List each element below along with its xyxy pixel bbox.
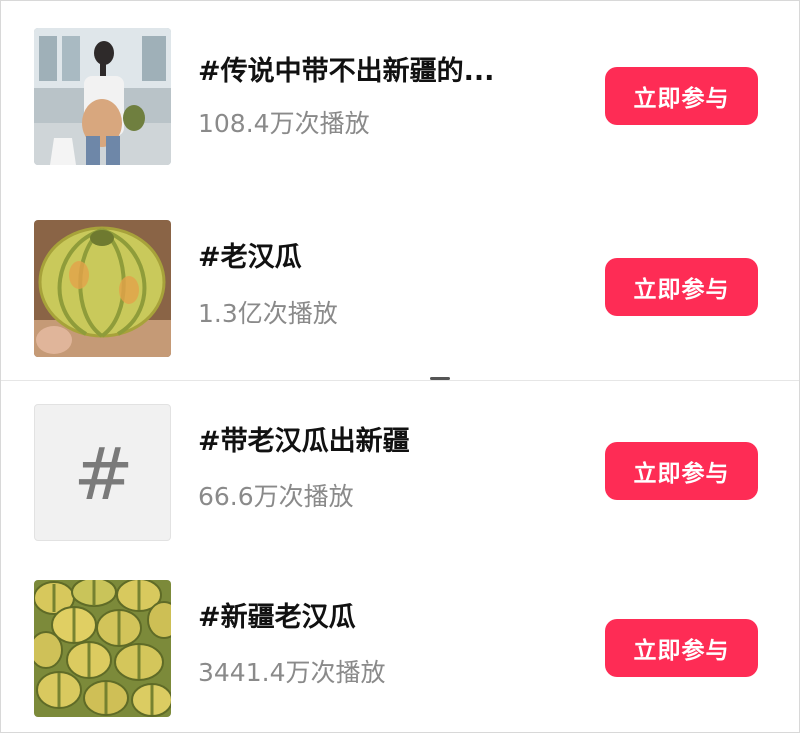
topic-thumbnail[interactable] [34, 220, 171, 357]
join-button[interactable]: 立即参与 [605, 442, 758, 500]
play-count: 3441.4万次播放 [198, 658, 386, 687]
join-button[interactable]: 立即参与 [605, 67, 758, 125]
list-item[interactable]: # #带老汉瓜出新疆 66.6万次播放 立即参与 [1, 404, 799, 554]
photo-airport-traveler-icon [34, 28, 171, 165]
topic-title: #传说中带不出新疆的... [198, 56, 495, 87]
topic-list: #传说中带不出新疆的... 108.4万次播放 立即参与 #老汉瓜 1.3亿次播… [0, 0, 800, 733]
join-button[interactable]: 立即参与 [605, 258, 758, 316]
list-item[interactable]: #传说中带不出新疆的... 108.4万次播放 立即参与 [1, 28, 799, 178]
topic-title: #带老汉瓜出新疆 [198, 426, 410, 457]
list-item[interactable]: #新疆老汉瓜 3441.4万次播放 立即参与 [1, 580, 799, 730]
drag-handle[interactable] [430, 377, 450, 380]
photo-melon-icon [34, 220, 171, 357]
topic-title: #老汉瓜 [198, 242, 302, 273]
topic-thumbnail[interactable] [34, 580, 171, 717]
photo-melon-pile-icon [34, 580, 171, 717]
play-count: 66.6万次播放 [198, 482, 354, 511]
hashtag-icon: # [73, 431, 134, 516]
section-divider [1, 380, 799, 381]
play-count: 108.4万次播放 [198, 109, 370, 138]
join-button[interactable]: 立即参与 [605, 619, 758, 677]
topic-thumbnail[interactable]: # [34, 404, 171, 541]
topic-title: #新疆老汉瓜 [198, 602, 356, 633]
topic-thumbnail[interactable] [34, 28, 171, 165]
play-count: 1.3亿次播放 [198, 299, 338, 328]
list-item[interactable]: #老汉瓜 1.3亿次播放 立即参与 [1, 220, 799, 370]
